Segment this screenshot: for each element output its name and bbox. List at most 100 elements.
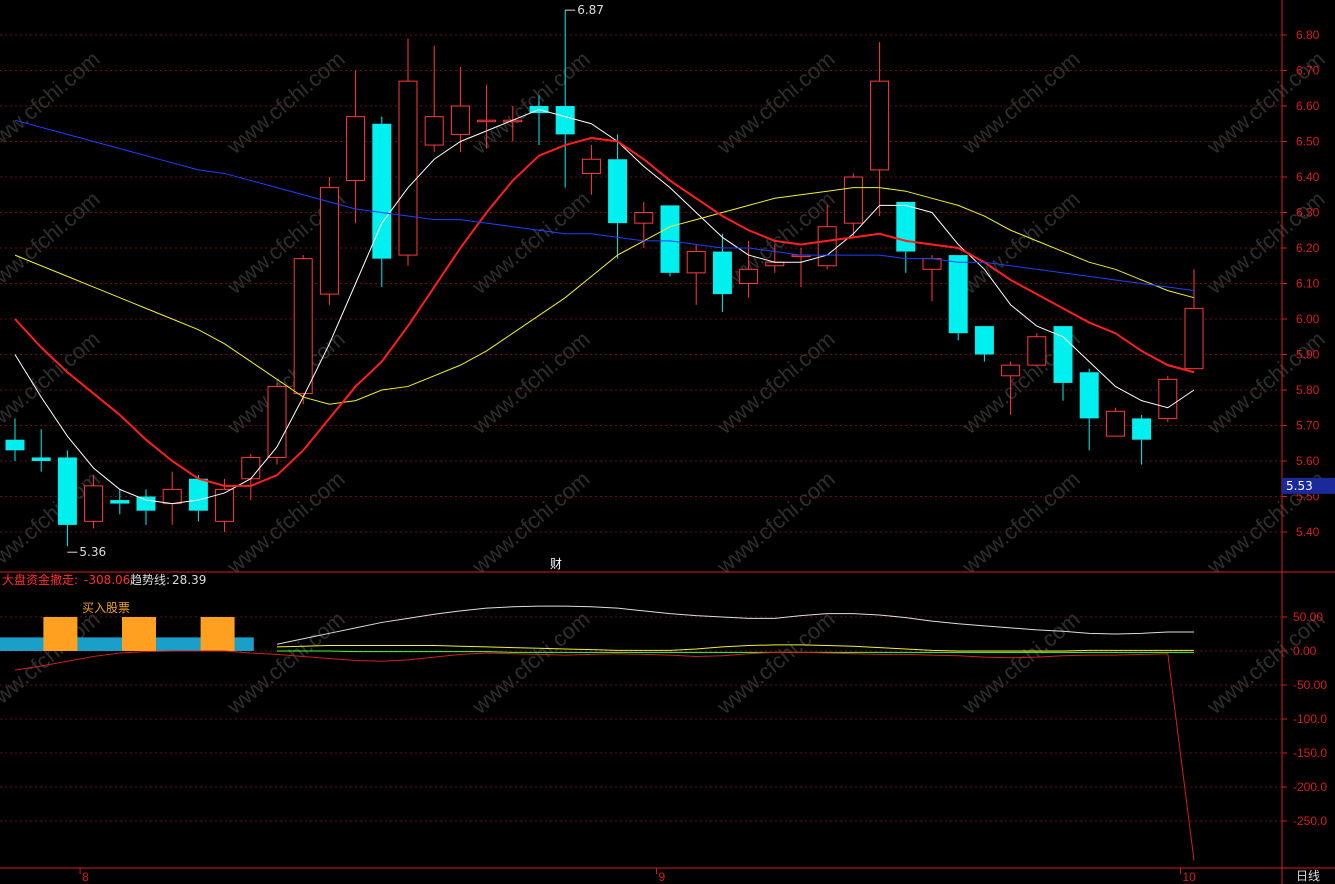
buy-signal-bars — [43, 617, 235, 651]
watermark-text: www.cfchi.com — [956, 466, 1084, 579]
price-tick-label: 6.50 — [1296, 135, 1320, 149]
candle[interactable] — [974, 326, 994, 362]
candle[interactable] — [267, 382, 287, 465]
candle-body — [136, 496, 156, 511]
watermark-text: www.cfchi.com — [466, 186, 594, 299]
candle[interactable] — [896, 201, 916, 273]
legend-fund-value: -308.06 — [84, 573, 130, 587]
watermark-text: www.cfchi.com — [466, 606, 594, 719]
candle-body — [660, 205, 680, 273]
watermark-text: www.cfchi.com — [711, 326, 839, 439]
candle[interactable] — [136, 489, 156, 525]
watermark-text: www.cfchi.com — [956, 606, 1084, 719]
watermark-text: www.cfchi.com — [0, 326, 105, 439]
candle[interactable] — [372, 116, 392, 288]
candle-body — [686, 251, 706, 274]
watermark-text: www.cfchi.com — [466, 326, 594, 439]
stock-chart[interactable]: www.cfchi.com www.cfchi.com www.cfchi.com w… — [0, 0, 1335, 884]
low-marker-label: 5.36 — [79, 545, 106, 559]
candle-body — [1158, 378, 1178, 419]
candle[interactable] — [870, 42, 890, 217]
indicator-tick-label: -50.00 — [1293, 678, 1327, 692]
event-marker[interactable]: 财 — [550, 557, 562, 571]
price-tick-label: 6.20 — [1296, 241, 1320, 255]
candle-body — [477, 119, 497, 123]
high-marker-label: 6.87 — [577, 3, 604, 17]
candle[interactable] — [424, 45, 444, 153]
buy-signal-bar — [200, 617, 235, 651]
price-tick-label: 5.70 — [1296, 419, 1320, 433]
price-tick-label: 6.80 — [1296, 28, 1320, 42]
price-tick-label: 6.60 — [1296, 99, 1320, 113]
candle[interactable] — [319, 177, 339, 305]
candle[interactable] — [346, 70, 366, 224]
candle-body — [188, 478, 208, 511]
candle[interactable] — [1132, 414, 1152, 465]
candle-body — [974, 326, 994, 355]
x-tick-label: 10 — [1183, 870, 1197, 884]
candle[interactable] — [162, 471, 182, 525]
candle-body — [555, 106, 575, 135]
candle[interactable] — [686, 244, 706, 305]
candle-body — [712, 251, 732, 295]
candle-body — [84, 485, 104, 522]
candle-body — [57, 457, 77, 525]
watermark-text: www.cfchi.com — [221, 606, 349, 719]
candle[interactable] — [948, 255, 968, 341]
candle[interactable] — [110, 489, 130, 515]
candle[interactable] — [31, 429, 51, 472]
x-tick-label: 9 — [659, 870, 666, 884]
period-label[interactable]: 日线 — [1296, 869, 1320, 883]
legend-trend-label: 趋势线: — [130, 573, 170, 587]
candle-body — [31, 457, 51, 461]
moving-average-line — [14, 119, 1195, 292]
candle-body — [398, 80, 418, 256]
candle[interactable] — [712, 233, 732, 312]
indicator-tick-label: 0.00 — [1293, 644, 1317, 658]
watermark-text: www.cfchi.com — [711, 466, 839, 579]
candle-body — [1027, 336, 1047, 366]
candle[interactable] — [581, 145, 601, 195]
watermark-text: www.cfchi.com — [0, 466, 105, 579]
moving-average-lines — [14, 109, 1195, 505]
candle[interactable] — [1027, 333, 1047, 366]
candle[interactable] — [843, 173, 863, 238]
candle-body — [739, 268, 759, 284]
candle[interactable] — [241, 453, 261, 501]
candle-body — [634, 212, 654, 224]
watermark-text: www.cfchi.com — [956, 186, 1084, 299]
candle[interactable] — [1184, 269, 1204, 370]
candle[interactable] — [555, 10, 575, 188]
watermark-text: www.cfchi.com — [0, 186, 105, 299]
candle-body — [843, 176, 863, 224]
candle[interactable] — [1158, 375, 1178, 422]
candle[interactable] — [1105, 407, 1125, 437]
candle-body — [241, 456, 261, 480]
watermark-text: www.cfchi.com — [711, 606, 839, 719]
price-tick-label: 5.90 — [1296, 348, 1320, 362]
candle-body — [293, 258, 313, 395]
candle[interactable] — [1079, 368, 1099, 451]
candle-body — [765, 261, 785, 267]
legend-fund-label: 大盘资金撤走: — [2, 572, 78, 587]
indicator-tick-label: -150.0 — [1293, 746, 1327, 760]
moving-average-line — [14, 136, 1195, 487]
candle-body — [817, 226, 837, 267]
buy-signal-bar — [122, 617, 156, 651]
price-tick-label: 6.40 — [1296, 170, 1320, 184]
candle[interactable] — [398, 38, 418, 266]
candle[interactable] — [608, 134, 628, 259]
price-tick-label: 5.60 — [1296, 454, 1320, 468]
indicator-tick-label: -100.0 — [1293, 712, 1327, 726]
watermark-text: www.cfchi.com — [221, 46, 349, 159]
watermark-text: www.cfchi.com — [0, 46, 105, 159]
candle-body — [110, 500, 130, 504]
watermark-text: www.cfchi.com — [956, 46, 1084, 159]
candle[interactable] — [293, 255, 313, 405]
candle[interactable] — [922, 255, 942, 302]
candle-body — [608, 159, 628, 224]
candle-body — [1132, 418, 1152, 440]
candle-body — [5, 439, 25, 451]
candle-body — [1053, 326, 1073, 383]
candle-body — [581, 158, 601, 174]
